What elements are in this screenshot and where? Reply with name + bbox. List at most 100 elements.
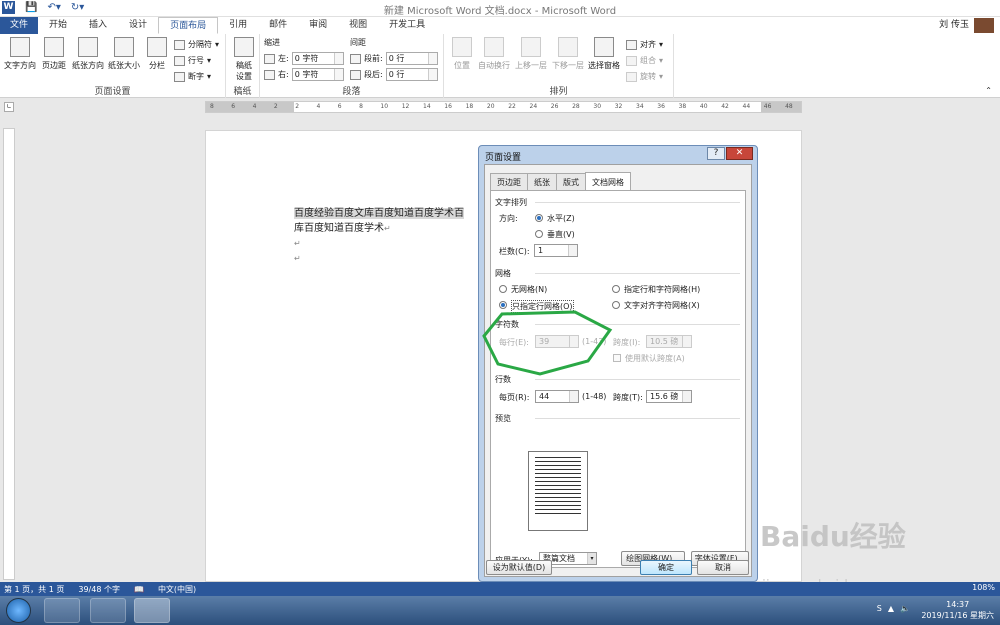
close-button[interactable]: ✕ (726, 147, 753, 160)
cancel-button[interactable]: 取消 (697, 560, 749, 575)
network-icon[interactable]: ▲ (888, 604, 894, 613)
horizontal-radio[interactable] (535, 214, 543, 222)
tab-view[interactable]: 视图 (338, 17, 378, 34)
word-count[interactable]: 39/48 个字 (78, 584, 120, 595)
start-button[interactable] (6, 598, 31, 623)
taskbar-browser-icon[interactable] (44, 598, 80, 623)
align-button[interactable]: 对齐 ▾ (626, 39, 663, 50)
tab-paper[interactable]: 纸张 (527, 173, 557, 191)
tab-selector-icon[interactable]: ∟ (4, 102, 14, 112)
ruler-tick-label: 8 (210, 103, 214, 110)
group-button[interactable]: 组合 ▾ (626, 55, 663, 66)
margins-button[interactable]: 页边距 (38, 37, 70, 71)
indent-left-icon (264, 53, 275, 64)
ok-button[interactable]: 确定 (640, 560, 692, 575)
body-text[interactable]: 库百度知道百度学术 (294, 223, 384, 234)
tab-file[interactable]: 文件 (0, 17, 39, 34)
selected-text[interactable]: 百度经验百度文库百度知道百度学术百 (294, 208, 464, 219)
tab-document-grid[interactable]: 文档网格 (585, 172, 631, 191)
group-label: 排列 (549, 87, 568, 97)
ruler-tick-label: 32 (614, 103, 623, 110)
columns-input[interactable]: 1 (534, 244, 578, 257)
language[interactable]: 中文(中国) (158, 584, 196, 595)
green-highlight-hexagon (482, 310, 613, 376)
indent-left-input[interactable]: 0 字符 (291, 52, 344, 65)
breaks-button[interactable]: 分隔符 ▾ (174, 39, 219, 50)
zoom-level[interactable]: 108% (972, 583, 995, 592)
text-direction-button[interactable]: 文字方向 (3, 37, 37, 71)
horizontal-label: 水平(Z) (547, 214, 575, 223)
dialog-title: 页面设置 (485, 153, 522, 163)
wrap-text-button[interactable]: 自动换行 (476, 37, 512, 71)
hyphenation-button[interactable]: 断字 ▾ (174, 71, 211, 82)
system-tray[interactable]: S ▲ 🔈 (877, 604, 910, 613)
size-button[interactable]: 纸张大小 (106, 37, 142, 71)
rotate-button[interactable]: 旋转 ▾ (626, 71, 663, 82)
tab-mailings[interactable]: 邮件 (258, 17, 298, 34)
tab-insert[interactable]: 插入 (78, 17, 118, 34)
tab-layout[interactable]: 版式 (556, 173, 586, 191)
help-button[interactable]: ? (707, 147, 725, 160)
ruler-tick-label: 2 (295, 103, 300, 110)
paragraph-mark-icon: ↵ (294, 254, 301, 263)
proofing-icon[interactable]: 📖 (134, 585, 144, 594)
ribbon: 文字方向 页边距 纸张方向 纸张大小 分栏 分隔符 ▾ 行号 ▾ 断字 ▾ 页面设置 … (0, 34, 1000, 98)
taskbar-word-icon[interactable] (134, 598, 170, 623)
spinner-icon[interactable] (568, 245, 577, 256)
selection-pane-button[interactable]: 选择窗格 (586, 37, 622, 71)
send-backward-icon (558, 37, 578, 57)
set-default-button[interactable]: 设为默认值(D) (486, 560, 552, 575)
ruler-tick-label: 10 (380, 103, 389, 110)
position-button[interactable]: 位置 (448, 37, 476, 71)
lines-per-page-input[interactable]: 44 (535, 390, 579, 403)
columns-icon (147, 37, 167, 57)
user-name: 刘 传玉 (939, 20, 969, 30)
chevron-down-icon[interactable]: ▾ (587, 553, 596, 564)
clock[interactable]: 14:37 2019/11/16 星期六 (921, 599, 994, 621)
spacing-before-input[interactable]: 0 行 (385, 52, 438, 65)
ruler-tick-label: 18 (465, 103, 474, 110)
orientation-button[interactable]: 纸张方向 (70, 37, 106, 71)
ime-icon[interactable]: S (877, 604, 882, 613)
collapse-ribbon-icon[interactable]: ⌃ (985, 86, 992, 95)
margins-icon (44, 37, 64, 57)
tab-design[interactable]: 设计 (118, 17, 158, 34)
columns-label: 栏数(C): (499, 247, 530, 256)
volume-icon[interactable]: 🔈 (900, 604, 910, 613)
page-count[interactable]: 第 1 页，共 1 页 (4, 584, 64, 595)
draft-settings-button[interactable]: 稿纸 设置 (232, 37, 256, 82)
tab-developer[interactable]: 开发工具 (378, 17, 436, 34)
vertical-ruler[interactable] (3, 128, 15, 580)
columns-button[interactable]: 分栏 (144, 37, 170, 71)
title-bar: W 💾 ↶▾ ↻▾ 新建 Microsoft Word 文档.docx - Mi… (0, 0, 1000, 17)
group-paragraph: 缩进 间距 左: 0 字符 右: 0 字符 段前: 0 行 段后: 0 行 段落 (260, 34, 444, 98)
indent-right-input[interactable]: 0 字符 (291, 68, 344, 81)
line-pitch-label: 跨度(T): (613, 393, 643, 402)
spinner-icon[interactable] (682, 391, 691, 402)
user-area[interactable]: 刘 传玉 (939, 17, 994, 34)
tab-review[interactable]: 审阅 (298, 17, 338, 34)
lines-range: (1-48) (582, 392, 607, 401)
grid-section: 网格 (495, 268, 740, 279)
line-char-grid-radio[interactable] (612, 285, 620, 293)
line-pitch-input[interactable]: 15.6 磅 (646, 390, 692, 403)
no-grid-radio[interactable] (499, 285, 507, 293)
group-label: 稿纸 (233, 87, 252, 97)
spacing-after-input[interactable]: 0 行 (385, 68, 438, 81)
dialog-tabs: 页边距 纸张 版式 文档网格 (490, 172, 631, 191)
taskbar-explorer-icon[interactable] (90, 598, 126, 623)
spinner-icon[interactable] (569, 391, 578, 402)
horizontal-ruler[interactable]: 8 6 4 2 2 4 6 8 10 12 14 16 18 20 22 24 26 28 30 32 34 36 38 40… (205, 101, 802, 113)
line-numbers-button[interactable]: 行号 ▾ (174, 55, 211, 66)
spinner-icon[interactable] (682, 336, 691, 347)
send-backward-button[interactable]: 下移一层 (550, 37, 586, 71)
char-pitch-input[interactable]: 10.5 磅 (646, 335, 692, 348)
document-body[interactable]: 百度经验百度文库百度知道百度学术百 库百度知道百度学术↵ ↵ ↵ (294, 206, 464, 266)
group-draft: 稿纸 设置 稿纸 (226, 34, 260, 98)
vertical-radio[interactable] (535, 230, 543, 238)
bring-forward-button[interactable]: 上移一层 (513, 37, 549, 71)
tab-page-layout[interactable]: 页面布局 (158, 17, 219, 34)
tab-margins[interactable]: 页边距 (490, 173, 528, 191)
tab-home[interactable]: 开始 (38, 17, 78, 34)
tab-references[interactable]: 引用 (218, 17, 258, 34)
